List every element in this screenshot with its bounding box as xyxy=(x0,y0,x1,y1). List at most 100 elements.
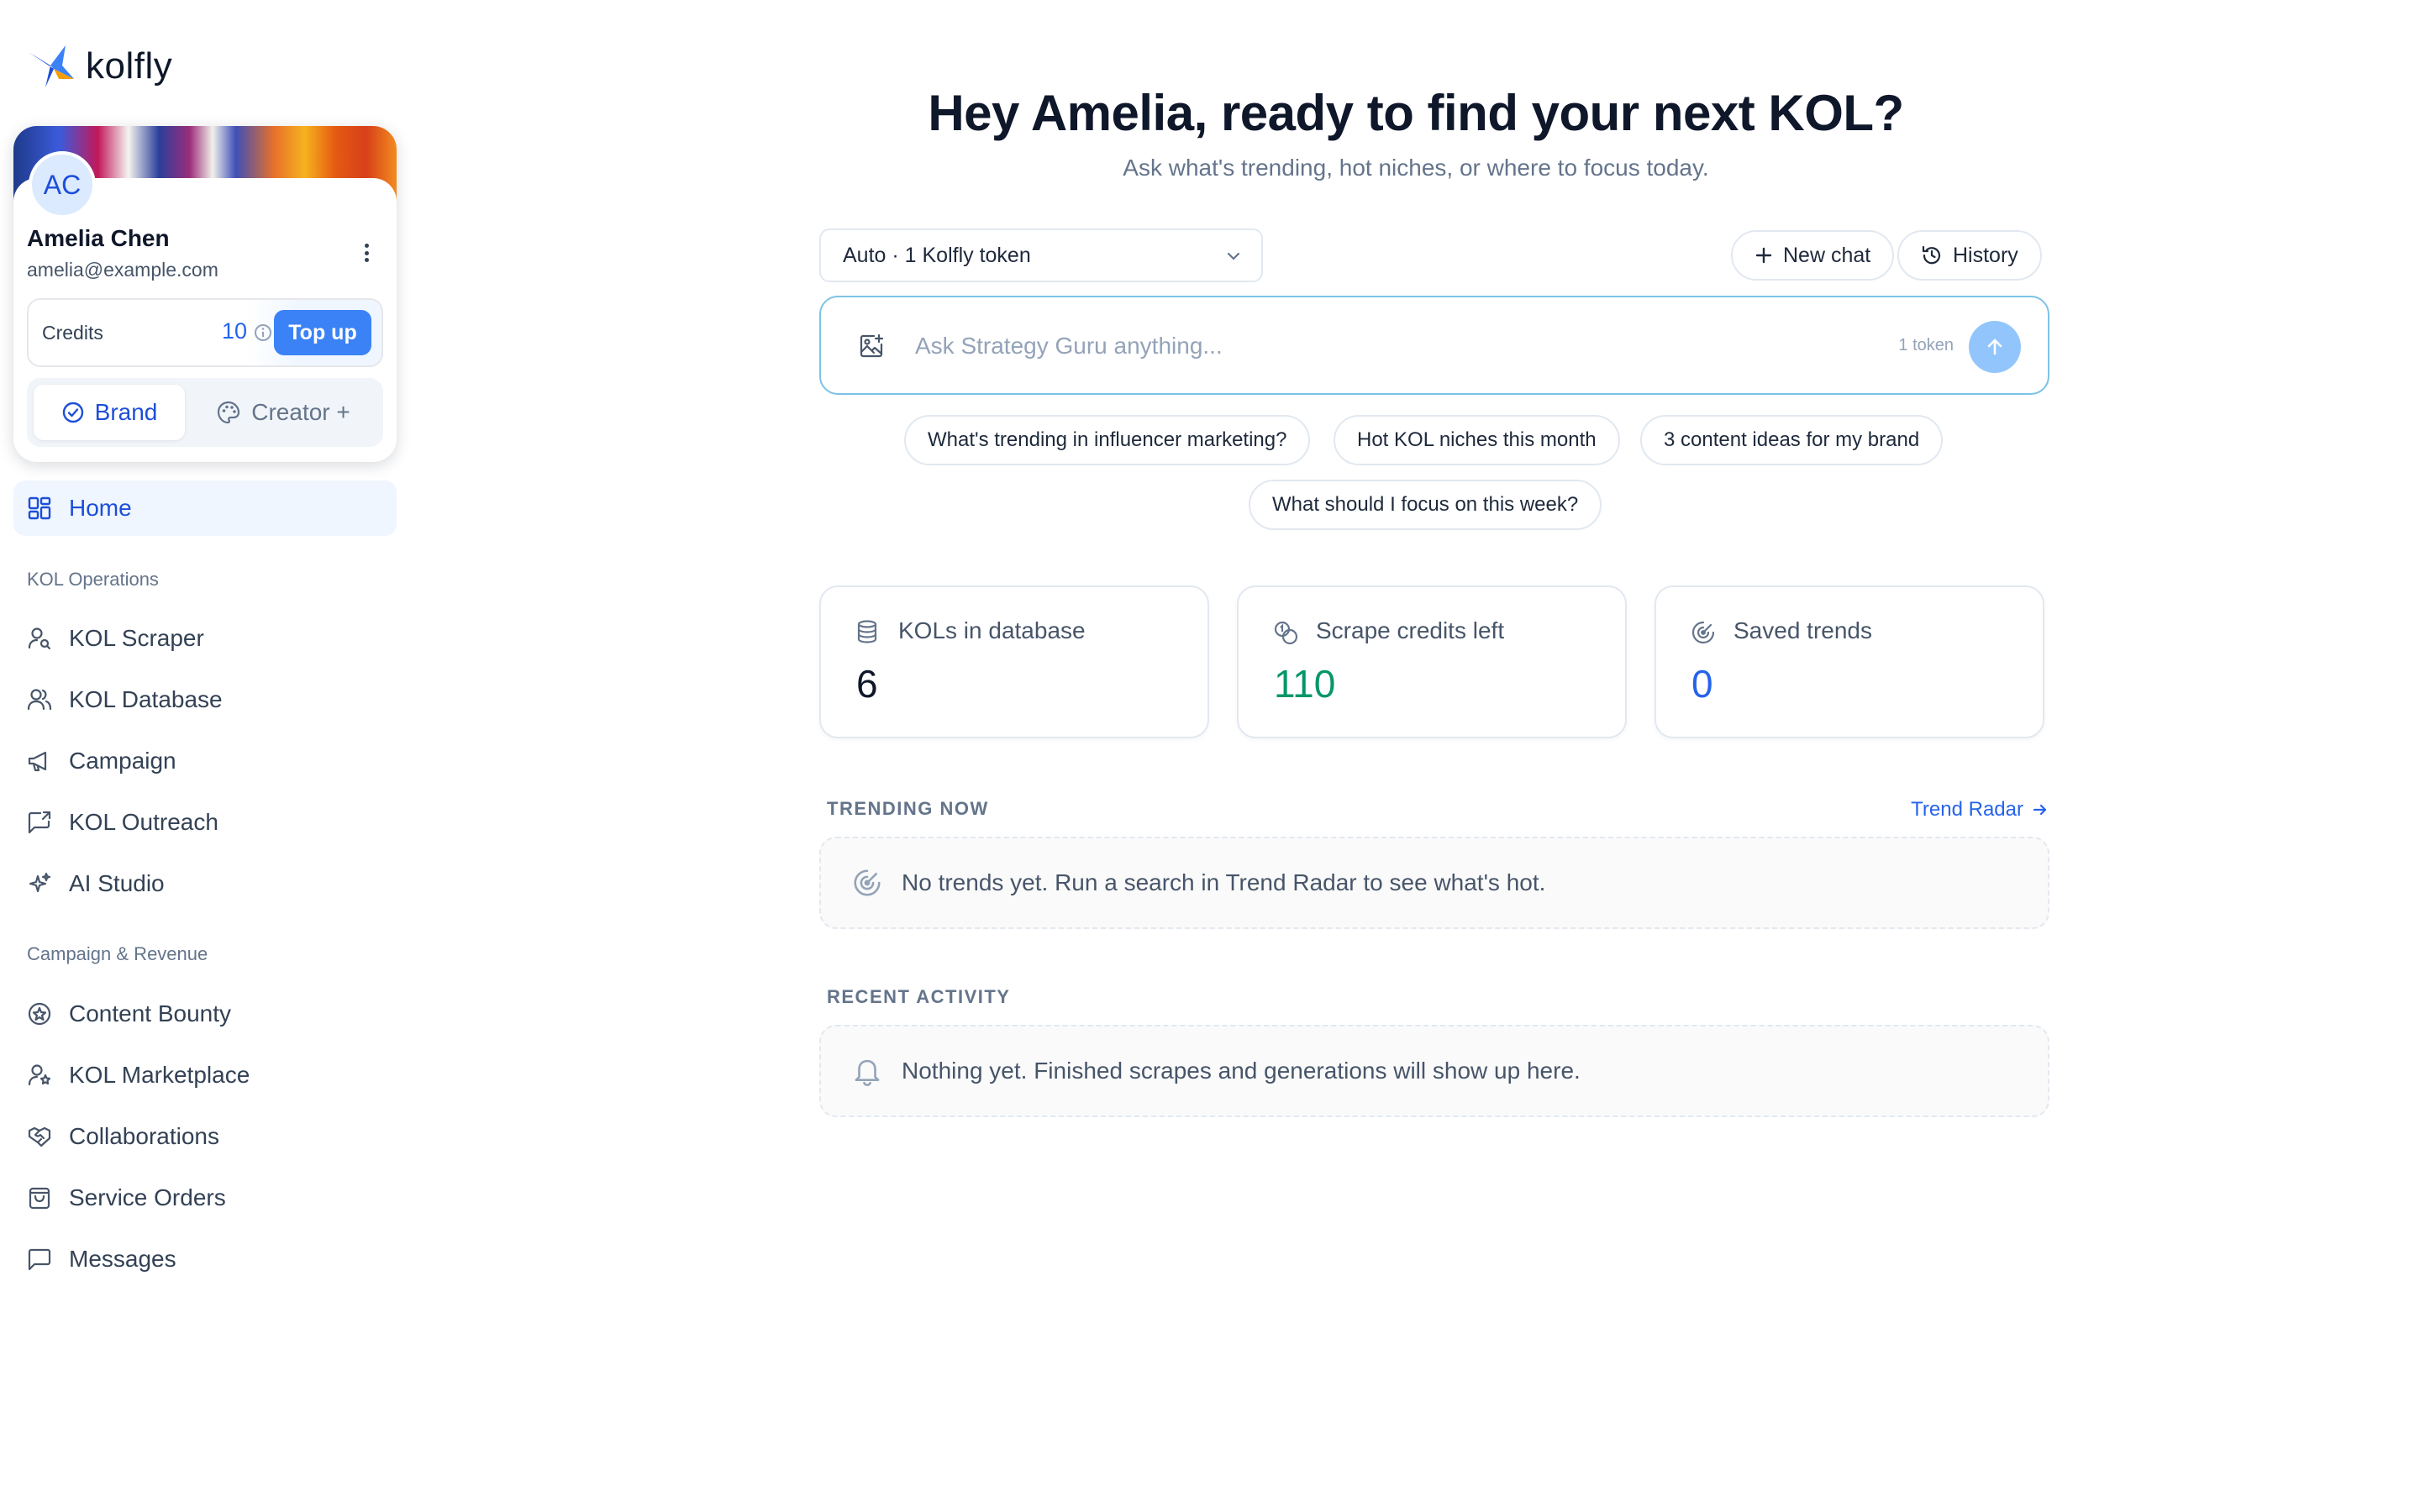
nav-section-kol-operations: KOL Operations xyxy=(27,569,159,590)
profile-email: amelia@example.com xyxy=(27,259,218,281)
nav-item-messages[interactable]: Messages xyxy=(13,1232,397,1286)
credits-box: Credits 10 Top up xyxy=(27,298,383,367)
stat-value: 6 xyxy=(856,662,878,706)
user-search-icon xyxy=(28,627,51,650)
radar-icon xyxy=(1691,621,1715,644)
chevron-down-icon xyxy=(1227,252,1240,260)
credits-label: Credits xyxy=(42,322,103,344)
mode-brand-label: Brand xyxy=(94,399,158,425)
nav-item-kol-scraper[interactable]: KOL Scraper xyxy=(13,612,397,665)
nav-label: KOL Scraper xyxy=(69,625,204,651)
app-logo[interactable]: kolfly xyxy=(25,40,172,92)
stat-value: 110 xyxy=(1274,662,1336,706)
nav-label: Messages xyxy=(69,1246,176,1272)
bell-icon xyxy=(855,1059,880,1086)
model-select-value: Auto · 1 Kolfly token xyxy=(843,243,1031,267)
top-up-button[interactable]: Top up xyxy=(274,310,371,355)
main-content: Hey Amelia, ready to find your next KOL?… xyxy=(412,0,2420,1512)
mode-creator-label: Creator + xyxy=(251,399,350,425)
new-chat-button[interactable]: New chat xyxy=(1731,230,1895,281)
mode-toggle: Brand Creator + xyxy=(27,378,383,447)
profile-name: Amelia Chen xyxy=(27,225,170,251)
activity-heading: RECENT ACTIVITY xyxy=(827,986,1011,1007)
credits-value: 10 xyxy=(222,318,248,344)
grid-icon xyxy=(28,496,51,520)
plus-icon xyxy=(1755,247,1772,264)
nav-item-kol-database[interactable]: KOL Database xyxy=(13,673,397,727)
nav-label: Campaign xyxy=(69,748,176,774)
trend-radar-label: Trend Radar xyxy=(1911,798,2023,821)
users-icon xyxy=(27,689,52,711)
page-title: Hey Amelia, ready to find your next KOL? xyxy=(928,85,1904,141)
user-star-icon xyxy=(28,1064,51,1086)
nav-section-campaign-revenue: Campaign & Revenue xyxy=(27,943,208,964)
kolfly-logo-icon xyxy=(29,45,74,87)
suggestion-chip[interactable]: Hot KOL niches this month xyxy=(1334,415,1620,465)
nav-label: KOL Marketplace xyxy=(69,1062,250,1088)
activity-empty-state: Nothing yet. Finished scrapes and genera… xyxy=(819,1025,2049,1117)
suggestion-chip[interactable]: 3 content ideas for my brand xyxy=(1640,415,1944,465)
image-upload-icon[interactable] xyxy=(858,333,885,360)
nav-item-service-orders[interactable]: Service Orders xyxy=(13,1171,397,1225)
nav-label: KOL Database xyxy=(69,686,223,712)
nav-item-home[interactable]: Home xyxy=(13,480,397,536)
new-chat-label: New chat xyxy=(1783,243,1871,267)
nav-item-collaborations[interactable]: Collaborations xyxy=(13,1110,397,1163)
nav-label: AI Studio xyxy=(69,870,165,896)
chat-input[interactable] xyxy=(915,328,1839,365)
history-button[interactable]: History xyxy=(1897,230,2042,281)
history-label: History xyxy=(1953,243,2018,267)
message-square-share-icon xyxy=(28,811,51,834)
megaphone-icon xyxy=(28,751,47,772)
nav-label: Collaborations xyxy=(69,1123,219,1149)
check-badge-icon xyxy=(62,402,83,423)
trending-heading: TRENDING NOW xyxy=(827,798,989,819)
profile-card: AC Amelia Chen amelia@example.com Credit… xyxy=(13,126,397,462)
stat-value: 0 xyxy=(1691,662,1713,706)
stat-label: KOLs in database xyxy=(898,617,1086,643)
shopping-bag-icon xyxy=(29,1187,50,1210)
chat-composer: 1 token xyxy=(819,296,2049,395)
nav-label: Content Bounty xyxy=(69,1000,232,1026)
stat-label: Saved trends xyxy=(1733,617,1872,643)
award-badge-icon xyxy=(28,1002,51,1026)
stat-card-saved-trends[interactable]: Saved trends 0 xyxy=(1655,585,2044,738)
nav-item-ai-studio[interactable]: AI Studio xyxy=(13,857,397,911)
model-select[interactable]: Auto · 1 Kolfly token xyxy=(819,228,1263,282)
trending-empty-state: No trends yet. Run a search in Trend Rad… xyxy=(819,837,2049,929)
nav-item-content-bounty[interactable]: Content Bounty xyxy=(13,987,397,1041)
nav-item-kol-marketplace[interactable]: KOL Marketplace xyxy=(13,1048,397,1102)
mode-creator-tab[interactable]: Creator + xyxy=(195,385,371,440)
avatar[interactable]: AC xyxy=(29,151,96,218)
nav-label: KOL Outreach xyxy=(69,809,218,835)
mode-brand-tab[interactable]: Brand xyxy=(34,385,185,440)
handshake-icon xyxy=(28,1126,51,1147)
history-icon xyxy=(1922,245,1941,265)
page-subtitle: Ask what's trending, hot niches, or wher… xyxy=(1123,155,1709,181)
stat-card-scrape-credits[interactable]: Scrape credits left 110 xyxy=(1237,585,1627,738)
message-square-icon xyxy=(28,1248,51,1271)
token-hint: 1 token xyxy=(1898,336,1954,354)
activity-empty-text: Nothing yet. Finished scrapes and genera… xyxy=(902,1058,1581,1084)
nav-home-label: Home xyxy=(69,495,132,521)
app-name: kolfly xyxy=(86,45,173,87)
palette-icon xyxy=(218,401,240,424)
sparkles-icon xyxy=(29,872,51,893)
nav-item-campaign[interactable]: Campaign xyxy=(13,734,397,788)
database-icon xyxy=(857,620,877,643)
nav-label: Service Orders xyxy=(69,1184,226,1210)
radar-icon xyxy=(854,869,881,896)
arrow-up-icon xyxy=(1987,339,2002,355)
send-button[interactable] xyxy=(1969,321,2021,373)
suggestion-chip[interactable]: What should I focus on this week? xyxy=(1249,480,1602,530)
info-icon[interactable] xyxy=(254,323,272,342)
coins-icon xyxy=(1274,621,1298,645)
arrow-right-icon xyxy=(2033,804,2047,816)
trending-empty-text: No trends yet. Run a search in Trend Rad… xyxy=(902,869,1546,895)
stat-card-kols[interactable]: KOLs in database 6 xyxy=(819,585,1209,738)
trend-radar-link[interactable]: Trend Radar xyxy=(1911,798,2049,822)
suggestion-chip[interactable]: What's trending in influencer marketing? xyxy=(904,415,1311,465)
nav-item-kol-outreach[interactable]: KOL Outreach xyxy=(13,795,397,849)
stat-label: Scrape credits left xyxy=(1316,617,1505,643)
profile-menu-icon[interactable] xyxy=(356,240,376,265)
